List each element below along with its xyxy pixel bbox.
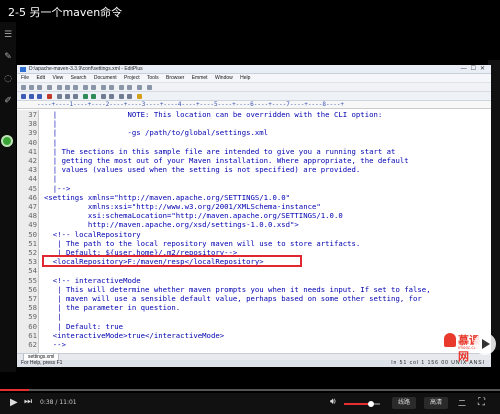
document-tabs: settings.xml: [17, 353, 491, 361]
copy-icon[interactable]: [65, 85, 70, 90]
next-icon[interactable]: ⏭: [24, 397, 32, 407]
color-picker-icon[interactable]: [137, 94, 142, 99]
menu-window[interactable]: Window: [215, 75, 233, 81]
redo-icon[interactable]: [91, 85, 96, 90]
print-icon[interactable]: [47, 85, 52, 90]
highlight-box: [42, 255, 302, 268]
main-toolbar: [17, 83, 491, 92]
menu-emmet[interactable]: Emmet: [192, 75, 208, 81]
window-titlebar: D:\apache-maven-3.3.9\conf\settings.xml …: [17, 65, 491, 74]
settings-icon[interactable]: [147, 85, 152, 90]
play-overlay-button[interactable]: [474, 333, 496, 355]
cut-icon[interactable]: [57, 85, 62, 90]
menu-browser[interactable]: Browser: [166, 75, 184, 81]
ruler-text: ----+----1----+----2----+----3----+----4…: [37, 101, 345, 108]
volume-slider[interactable]: [344, 401, 380, 407]
word-wrap-icon[interactable]: [119, 85, 124, 90]
video-title: 2-5 另一个maven命令: [8, 6, 123, 19]
italic-icon[interactable]: [29, 94, 34, 99]
find-icon[interactable]: [101, 85, 106, 90]
route-button[interactable]: 线路: [392, 397, 417, 409]
nbsp-icon[interactable]: [57, 94, 62, 99]
paragraph-icon[interactable]: [73, 94, 78, 99]
note-icon[interactable]: ✎: [3, 52, 13, 62]
list-icon[interactable]: [109, 94, 114, 99]
editplus-icon: [20, 67, 26, 72]
left-rail: ☰ ✎ ◌ ✐: [0, 22, 16, 372]
font-color-icon[interactable]: [47, 94, 52, 99]
comment-icon[interactable]: [127, 94, 132, 99]
status-dot-icon: [1, 135, 13, 147]
volume-icon[interactable]: 🔊︎: [330, 397, 336, 407]
new-file-icon[interactable]: [21, 85, 26, 90]
danmaku-toggle[interactable]: 二: [458, 398, 466, 409]
menu-file[interactable]: File: [21, 75, 29, 81]
image-icon[interactable]: [83, 94, 88, 99]
menu-icon[interactable]: ☰: [3, 30, 13, 40]
link-icon[interactable]: [91, 94, 96, 99]
menu-help[interactable]: Help: [240, 75, 250, 81]
table-icon[interactable]: [101, 94, 106, 99]
html-toolbar: [17, 92, 491, 101]
menu-search[interactable]: Search: [71, 75, 87, 81]
fullscreen-icon[interactable]: ⛶: [478, 397, 485, 408]
play-icon[interactable]: ▶: [10, 397, 18, 408]
menu-view[interactable]: View: [52, 75, 63, 81]
quality-button[interactable]: 高清: [424, 397, 449, 409]
chat-icon[interactable]: ◌: [3, 74, 13, 84]
volume-knob[interactable]: [368, 401, 374, 407]
volume-fill: [344, 403, 371, 405]
code-line: 62 -->: [17, 340, 491, 350]
break-icon[interactable]: [65, 94, 70, 99]
underline-icon[interactable]: [37, 94, 42, 99]
form-icon[interactable]: [119, 94, 124, 99]
undo-icon[interactable]: [83, 85, 88, 90]
paste-icon[interactable]: [73, 85, 78, 90]
progress-fill: [0, 389, 29, 391]
imooc-logo-icon: [444, 333, 456, 347]
time-display: 0:38 / 11:01: [40, 399, 77, 406]
browser-icon[interactable]: [137, 85, 142, 90]
menu-tools[interactable]: Tools: [147, 75, 159, 81]
window-title: D:\apache-maven-3.3.9\conf\settings.xml …: [29, 66, 143, 72]
open-file-icon[interactable]: [29, 85, 34, 90]
save-icon[interactable]: [37, 85, 42, 90]
menu-project[interactable]: Project: [124, 75, 140, 81]
replace-icon[interactable]: [109, 85, 114, 90]
current-time: 0:38: [40, 399, 54, 406]
progress-bar[interactable]: [0, 389, 500, 391]
line-number: 62: [28, 340, 37, 349]
menu-bar: File Edit View Search Document Project T…: [17, 74, 491, 83]
duration: 11:01: [59, 399, 77, 406]
editplus-window: D:\apache-maven-3.3.9\conf\settings.xml …: [17, 65, 491, 367]
edit-icon[interactable]: ✐: [3, 96, 13, 106]
line-text: -->: [44, 340, 66, 349]
menu-document[interactable]: Document: [94, 75, 117, 81]
column-ruler: ----+----1----+----2----+----3----+----4…: [17, 101, 491, 109]
playback-controls: ▶ ⏭ 0:38 / 11:01 🔊︎ 线路 高清 二 ⛶: [0, 393, 500, 414]
status-bar: For Help, press F1 ln 51 col 1 156 00 UN…: [17, 360, 491, 367]
code-editor[interactable]: 37 | NOTE: This location can be overridd…: [17, 110, 491, 353]
menu-edit[interactable]: Edit: [36, 75, 45, 81]
bold-icon[interactable]: [21, 94, 26, 99]
ruler-icon[interactable]: [127, 85, 132, 90]
window-controls[interactable]: —☐✕: [461, 65, 489, 74]
status-help: For Help, press F1: [21, 360, 63, 366]
